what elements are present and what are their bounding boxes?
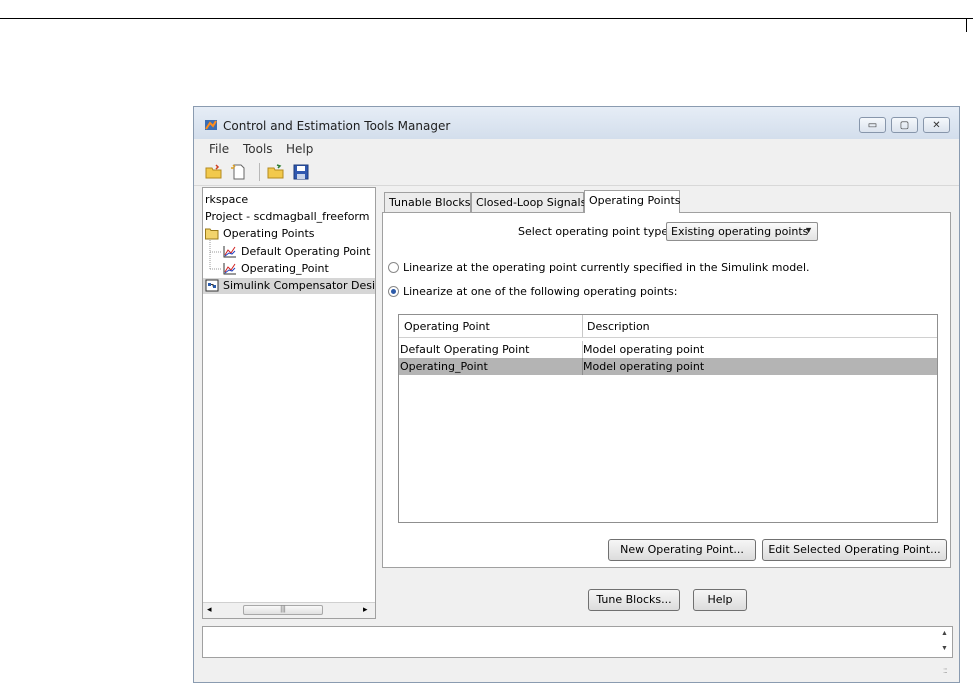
column-divider[interactable]	[582, 315, 583, 337]
new-document-icon[interactable]	[230, 164, 248, 180]
maximize-button[interactable]: ▢	[891, 117, 918, 133]
tree-item-simulink-compensator-design[interactable]: Simulink Compensator Design	[203, 278, 375, 294]
select-type-label: Select operating point type:	[518, 225, 672, 238]
project-tree[interactable]: rkspace Project - scdmagball_freeform Op…	[202, 187, 376, 619]
close-button[interactable]: ✕	[923, 117, 950, 133]
cell-operating-point: Default Operating Point	[400, 343, 530, 356]
table-row[interactable]: Operating_Point Model operating point	[399, 358, 937, 375]
title-bar[interactable]: Control and Estimation Tools Manager ▭ ▢…	[194, 107, 959, 139]
operating-points-table[interactable]: Operating Point Description Default Oper…	[398, 314, 938, 523]
scroll-grip-icon: |||	[280, 606, 286, 613]
new-operating-point-button[interactable]: New Operating Point...	[608, 539, 756, 561]
cell-operating-point: Operating_Point	[400, 360, 488, 373]
resize-grip-icon[interactable]: :::	[943, 667, 953, 678]
open-folder-icon[interactable]	[267, 164, 285, 180]
toolbar-separator	[259, 163, 260, 181]
tree-connector-lines	[209, 240, 221, 270]
page-rule	[0, 18, 973, 19]
status-vertical-scrollbar[interactable]: ▲ ▼	[937, 627, 952, 657]
cell-description: Model operating point	[583, 360, 705, 373]
open-project-icon[interactable]	[205, 164, 223, 180]
column-header-description[interactable]: Description	[587, 320, 650, 333]
operating-points-tab-content: Select operating point type: Existing op…	[382, 212, 951, 568]
minimize-icon: ▭	[867, 119, 878, 131]
tune-blocks-button[interactable]: Tune Blocks...	[588, 589, 680, 611]
radio-listed-operating-points[interactable]	[388, 286, 399, 297]
window-title: Control and Estimation Tools Manager	[223, 119, 451, 133]
radio-list-label[interactable]: Linearize at one of the following operat…	[403, 285, 677, 298]
cell-description: Model operating point	[583, 343, 705, 356]
select-value: Existing operating points	[671, 225, 809, 238]
radio-current-operating-point[interactable]	[388, 262, 399, 273]
scroll-up-icon[interactable]: ▲	[941, 630, 948, 637]
plot-icon	[223, 246, 236, 258]
menu-bar: File Tools Help	[194, 139, 959, 159]
close-icon: ✕	[932, 119, 941, 131]
tree-horizontal-scrollbar[interactable]: ◂ ||| ▸	[203, 602, 375, 618]
tools-manager-window: Control and Estimation Tools Manager ▭ ▢…	[193, 106, 960, 683]
menu-help[interactable]: Help	[286, 142, 313, 156]
page-rule-tick	[966, 18, 967, 32]
radio-current-label[interactable]: Linearize at the operating point current…	[403, 261, 810, 274]
scroll-left-icon[interactable]: ◂	[207, 604, 212, 615]
simulink-icon	[205, 279, 219, 292]
tab-tunable-blocks[interactable]: Tunable Blocks	[384, 192, 471, 212]
column-header-operating-point[interactable]: Operating Point	[404, 320, 490, 333]
help-button[interactable]: Help	[693, 589, 747, 611]
tree-item-operating-points[interactable]: Operating Points	[205, 226, 375, 242]
tree-item-project[interactable]: Project - scdmagball_freeform	[205, 209, 369, 225]
save-icon[interactable]	[292, 164, 310, 180]
tab-operating-points[interactable]: Operating Points	[584, 190, 681, 213]
table-header: Operating Point Description	[399, 315, 937, 338]
chevron-down-icon: ▼	[804, 225, 813, 235]
folder-icon	[205, 228, 219, 240]
scroll-thumb[interactable]: |||	[243, 605, 323, 615]
operating-point-type-select[interactable]: Existing operating points ▼	[666, 222, 818, 241]
status-output-pane[interactable]: ▲ ▼	[202, 626, 953, 658]
edit-selected-operating-point-button[interactable]: Edit Selected Operating Point...	[762, 539, 947, 561]
menu-file[interactable]: File	[209, 142, 229, 156]
scroll-right-icon[interactable]: ▸	[363, 604, 368, 615]
plot-icon	[223, 263, 236, 275]
tab-closed-loop-signals[interactable]: Closed-Loop Signals	[471, 192, 586, 212]
compensator-design-panel: Tunable Blocks Closed-Loop Signals Opera…	[382, 187, 953, 619]
minimize-button[interactable]: ▭	[859, 117, 886, 133]
maximize-icon: ▢	[899, 119, 910, 131]
menu-tools[interactable]: Tools	[243, 142, 273, 156]
table-row[interactable]: Default Operating Point Model operating …	[399, 341, 937, 358]
scroll-down-icon[interactable]: ▼	[941, 645, 948, 652]
toolbar	[194, 159, 959, 186]
tree-item-workspace[interactable]: rkspace	[205, 192, 248, 208]
matlab-app-icon	[205, 120, 217, 130]
